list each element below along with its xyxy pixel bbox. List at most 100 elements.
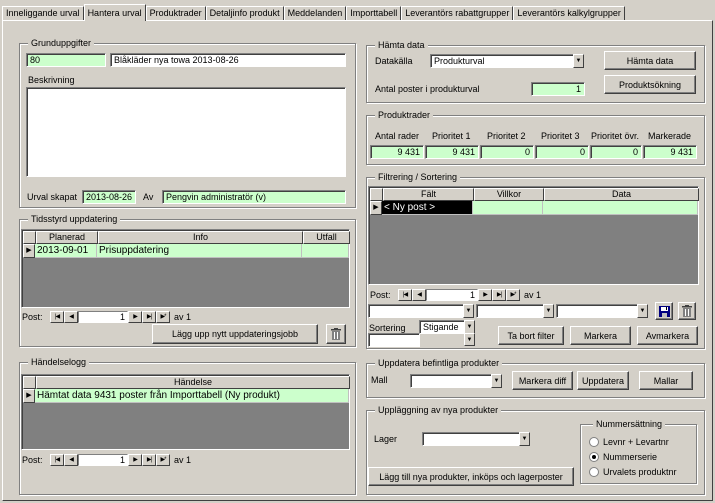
filter-data-select[interactable]	[556, 304, 638, 318]
cell-planerad[interactable]: 2013-09-01	[35, 244, 97, 258]
grunduppgifter-title: Grunduppgifter	[28, 38, 95, 49]
table-row[interactable]: ▶ 2013-09-01 Prisuppdatering	[23, 244, 349, 258]
first-record-icon[interactable]: |◀	[398, 288, 412, 301]
markera-diff-button[interactable]: Markera diff	[512, 371, 573, 390]
sort-field-dropdown-icon[interactable]: ▼	[464, 333, 475, 346]
table-row[interactable]: ▶ Hämtat data 9431 poster från Importtab…	[23, 389, 349, 403]
next-record-icon[interactable]: ▶	[128, 453, 142, 466]
last-record-icon[interactable]: ▶|	[142, 310, 156, 323]
tidsstyrd-navigator: Post: |◀ ◀ 1 ▶ ▶| ▶* av 1	[22, 310, 191, 323]
sort-field-select[interactable]	[368, 333, 420, 347]
uppdatera-button[interactable]: Uppdatera	[577, 371, 629, 390]
urval-name-field[interactable]: Blåkläder nya towa 2013-08-26	[110, 53, 346, 67]
post-label: Post:	[370, 289, 391, 300]
hamta-data-button[interactable]: Hämta data	[604, 51, 696, 70]
tab-detaljinfo-produkt[interactable]: Detaljinfo produkt	[205, 6, 284, 21]
save-filter-button[interactable]	[655, 302, 673, 320]
sort-order-dropdown-icon[interactable]: ▼	[464, 320, 475, 334]
ta-bort-filter-button[interactable]: Ta bort filter	[498, 326, 564, 345]
mallar-button[interactable]: Mallar	[639, 371, 693, 390]
tab-importtabell[interactable]: Importtabell	[346, 6, 402, 21]
first-record-icon[interactable]: |◀	[50, 453, 64, 466]
cell-utfall[interactable]	[302, 244, 349, 258]
mall-select[interactable]	[410, 374, 492, 388]
prev-record-icon[interactable]: ◀	[64, 453, 78, 466]
delete-filter-button[interactable]	[678, 302, 696, 320]
radio-levnr-levartnr[interactable]: Levnr + Levartnr	[589, 437, 669, 447]
handelselogg-header: Händelse	[23, 376, 350, 389]
new-record-icon[interactable]: ▶*	[156, 453, 170, 466]
filter-field-select[interactable]	[368, 304, 464, 318]
record-total: av 1	[174, 454, 192, 465]
last-record-icon[interactable]: ▶|	[492, 288, 506, 301]
datakalla-dropdown-icon[interactable]: ▼	[573, 54, 584, 68]
table-row[interactable]: ▶ < Ny post >	[370, 201, 698, 215]
record-number-field[interactable]: 1	[426, 288, 478, 301]
produktsokning-button[interactable]: Produktsökning	[604, 75, 696, 94]
row-selector-icon[interactable]: ▶	[23, 244, 35, 258]
delete-job-button[interactable]	[326, 324, 346, 344]
add-update-job-button[interactable]: Lägg upp nytt uppdateringsjobb	[152, 324, 318, 344]
urval-id-field[interactable]: 80	[26, 53, 106, 67]
produktrader-title: Produktrader	[375, 110, 434, 121]
radio-button-icon	[589, 452, 599, 462]
prioritet-1-value: 9 431	[425, 145, 479, 159]
avmarkera-button[interactable]: Avmarkera	[637, 326, 698, 345]
prioritet-3-label: Prioritet 3	[541, 131, 580, 141]
markera-button[interactable]: Markera	[570, 326, 631, 345]
markerade-label: Markerade	[648, 131, 692, 141]
filter-grid[interactable]: Fält Villkor Data ▶ < Ny post >	[368, 186, 699, 285]
tidsstyrd-header: Planerad Info Utfall	[23, 231, 350, 244]
cell-falt[interactable]: < Ny post >	[382, 201, 473, 215]
filter-field-dropdown-icon[interactable]: ▼	[463, 304, 474, 318]
cell-info[interactable]: Prisuppdatering	[97, 244, 302, 258]
antal-rader-label: Antal rader	[375, 131, 420, 141]
cell-villkor[interactable]	[473, 201, 543, 215]
next-record-icon[interactable]: ▶	[478, 288, 492, 301]
filter-data-dropdown-icon[interactable]: ▼	[637, 304, 648, 318]
first-record-icon[interactable]: |◀	[50, 310, 64, 323]
nummersattning-title: Nummersättning	[593, 419, 666, 430]
filter-condition-dropdown-icon[interactable]: ▼	[543, 304, 554, 318]
col-planerad: Planerad	[36, 231, 98, 244]
next-record-icon[interactable]: ▶	[128, 310, 142, 323]
prev-record-icon[interactable]: ◀	[64, 310, 78, 323]
beskrivning-label: Beskrivning	[28, 75, 75, 85]
new-record-icon[interactable]: ▶*	[156, 310, 170, 323]
tidsstyrd-title: Tidsstyrd uppdatering	[28, 214, 121, 225]
handelselogg-grid[interactable]: Händelse ▶ Hämtat data 9431 poster från …	[21, 374, 350, 450]
filter-condition-select[interactable]	[476, 304, 544, 318]
record-number-field[interactable]: 1	[78, 453, 128, 466]
radio-nummerserie[interactable]: Nummerserie	[589, 452, 657, 462]
tab-inneliggande-urval[interactable]: Inneliggande urval	[2, 6, 84, 21]
prioritet-1-label: Prioritet 1	[432, 131, 471, 141]
lager-dropdown-icon[interactable]: ▼	[519, 432, 530, 446]
last-record-icon[interactable]: ▶|	[142, 453, 156, 466]
lager-select[interactable]	[422, 432, 520, 446]
tab-hantera-urval[interactable]: Hantera urval	[83, 4, 146, 21]
tab-meddelanden[interactable]: Meddelanden	[283, 6, 347, 21]
tab-produktrader[interactable]: Produktrader	[145, 6, 206, 21]
record-total: av 1	[524, 289, 542, 300]
radio-urvalets-produktnr[interactable]: Urvalets produktnr	[589, 467, 677, 477]
antal-poster-field: 1	[531, 82, 585, 96]
cell-data[interactable]	[543, 201, 698, 215]
tidsstyrd-grid[interactable]: Planerad Info Utfall ▶ 2013-09-01 Prisup…	[21, 229, 350, 308]
tab-leverantors-kalkylgrupper[interactable]: Leverantörs kalkylgrupper	[513, 6, 625, 21]
handelselogg-title: Händelselogg	[28, 357, 90, 368]
record-number-field[interactable]: 1	[78, 310, 128, 323]
radio-label: Urvalets produktnr	[603, 467, 677, 477]
add-new-products-button[interactable]: Lägg till nya produkter, inköps och lage…	[368, 467, 574, 486]
row-selector-icon[interactable]: ▶	[370, 201, 382, 215]
sort-order-select[interactable]: Stigande	[419, 320, 465, 334]
beskrivning-textarea[interactable]	[26, 87, 346, 177]
header-corner	[23, 231, 36, 244]
row-selector-icon[interactable]: ▶	[23, 389, 35, 403]
mall-dropdown-icon[interactable]: ▼	[491, 374, 502, 388]
tab-leverantors-rabattgrupper[interactable]: Leverantörs rabattgrupper	[401, 6, 514, 21]
new-record-icon[interactable]: ▶*	[506, 288, 520, 301]
filter-header: Fält Villkor Data	[370, 188, 699, 201]
cell-handelse[interactable]: Hämtat data 9431 poster från Importtabel…	[35, 389, 349, 403]
prev-record-icon[interactable]: ◀	[412, 288, 426, 301]
datakalla-select[interactable]: Produkturval	[430, 54, 574, 68]
